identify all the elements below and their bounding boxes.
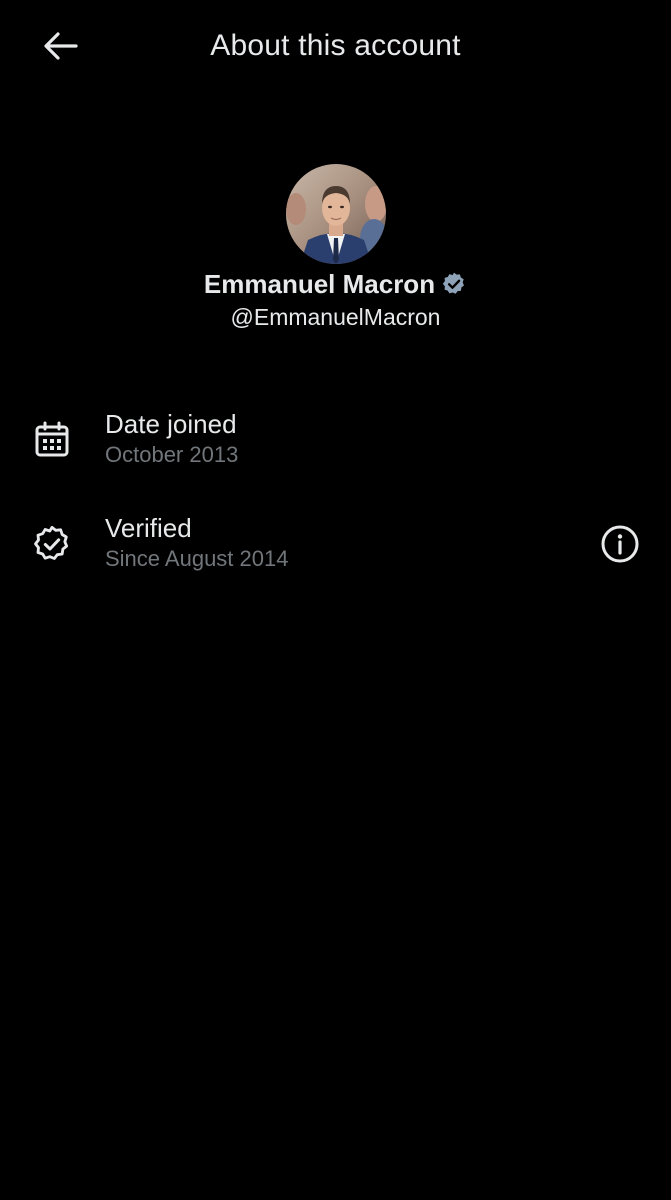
avatar[interactable] [285, 164, 386, 264]
verified-badge-icon [441, 271, 467, 297]
verified-label: Verified [105, 513, 192, 543]
username-handle: @EmmanuelMacron [230, 304, 441, 330]
calendar-icon [32, 420, 72, 460]
top-bar: About this account [0, 0, 671, 92]
avatar-image [285, 164, 386, 264]
page-title: About this account [210, 29, 461, 62]
profile-summary: Emmanuel Macron @EmmanuelMacron [0, 164, 671, 332]
date-joined-value: October 2013 [105, 442, 239, 467]
verified-row: Verified Since August 2014 [0, 512, 671, 584]
verified-info-button[interactable] [598, 522, 642, 566]
name-row: Emmanuel Macron [0, 266, 671, 302]
date-joined-text: Date joined October 2013 [105, 408, 238, 470]
verified-check-icon [32, 524, 72, 564]
date-joined-label: Date joined [105, 409, 237, 439]
verified-text: Verified Since August 2014 [105, 512, 288, 574]
info-icon [601, 525, 639, 563]
verified-since-value: Since August 2014 [105, 546, 289, 571]
display-name: Emmanuel Macron [203, 269, 436, 299]
date-joined-row: Date joined October 2013 [0, 408, 671, 480]
